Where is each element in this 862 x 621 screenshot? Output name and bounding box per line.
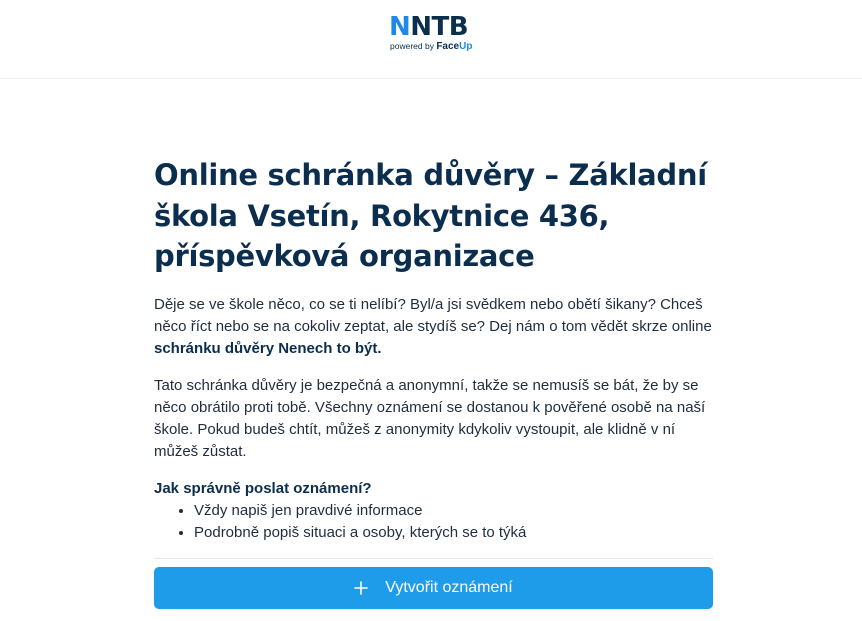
- main-content: Online schránka důvěry – Základní škola …: [154, 155, 714, 559]
- logo-powered-by: powered by FaceUp: [390, 41, 479, 52]
- divider: [154, 557, 713, 559]
- faceup-brand-suffix: Up: [459, 41, 473, 52]
- intro-paragraph: Děje se ve škole něco, co se ti nelíbí? …: [154, 294, 714, 360]
- page-title: Online schránka důvěry – Základní škola …: [154, 158, 707, 273]
- logo-wordmark: NNTB: [389, 13, 479, 41]
- tips-list: Vždy napiš jen pravdivé informace Podrob…: [154, 500, 714, 544]
- intro-text: Děje se ve škole něco, co se ti nelíbí? …: [154, 295, 712, 335]
- create-report-button[interactable]: Vytvořit oznámení: [154, 567, 713, 609]
- top-header: NNTB powered by FaceUp: [0, 0, 862, 78]
- faceup-brand-prefix: Face: [436, 41, 460, 52]
- how-to-heading: Jak správně poslat oznámení?: [154, 479, 372, 497]
- plus-icon: [354, 581, 369, 595]
- logo-first-letter: N: [389, 12, 411, 42]
- info-paragraph: Tato schránka důvěry je bezpečná a anony…: [154, 376, 706, 460]
- logo-rest: NTB: [410, 12, 469, 42]
- faceup-brand: FaceUp: [436, 41, 472, 52]
- tip-item: Vždy napiš jen pravdivé informace: [194, 500, 714, 522]
- create-report-label: Vytvořit oznámení: [385, 579, 513, 596]
- powered-by-text: powered by: [390, 41, 434, 51]
- intro-bold-text: schránku důvěry Nenech to být.: [154, 339, 382, 357]
- nntb-logo[interactable]: NNTB powered by FaceUp: [389, 13, 479, 57]
- tip-item: Podrobně popiš situaci a osoby, kterých …: [194, 522, 714, 544]
